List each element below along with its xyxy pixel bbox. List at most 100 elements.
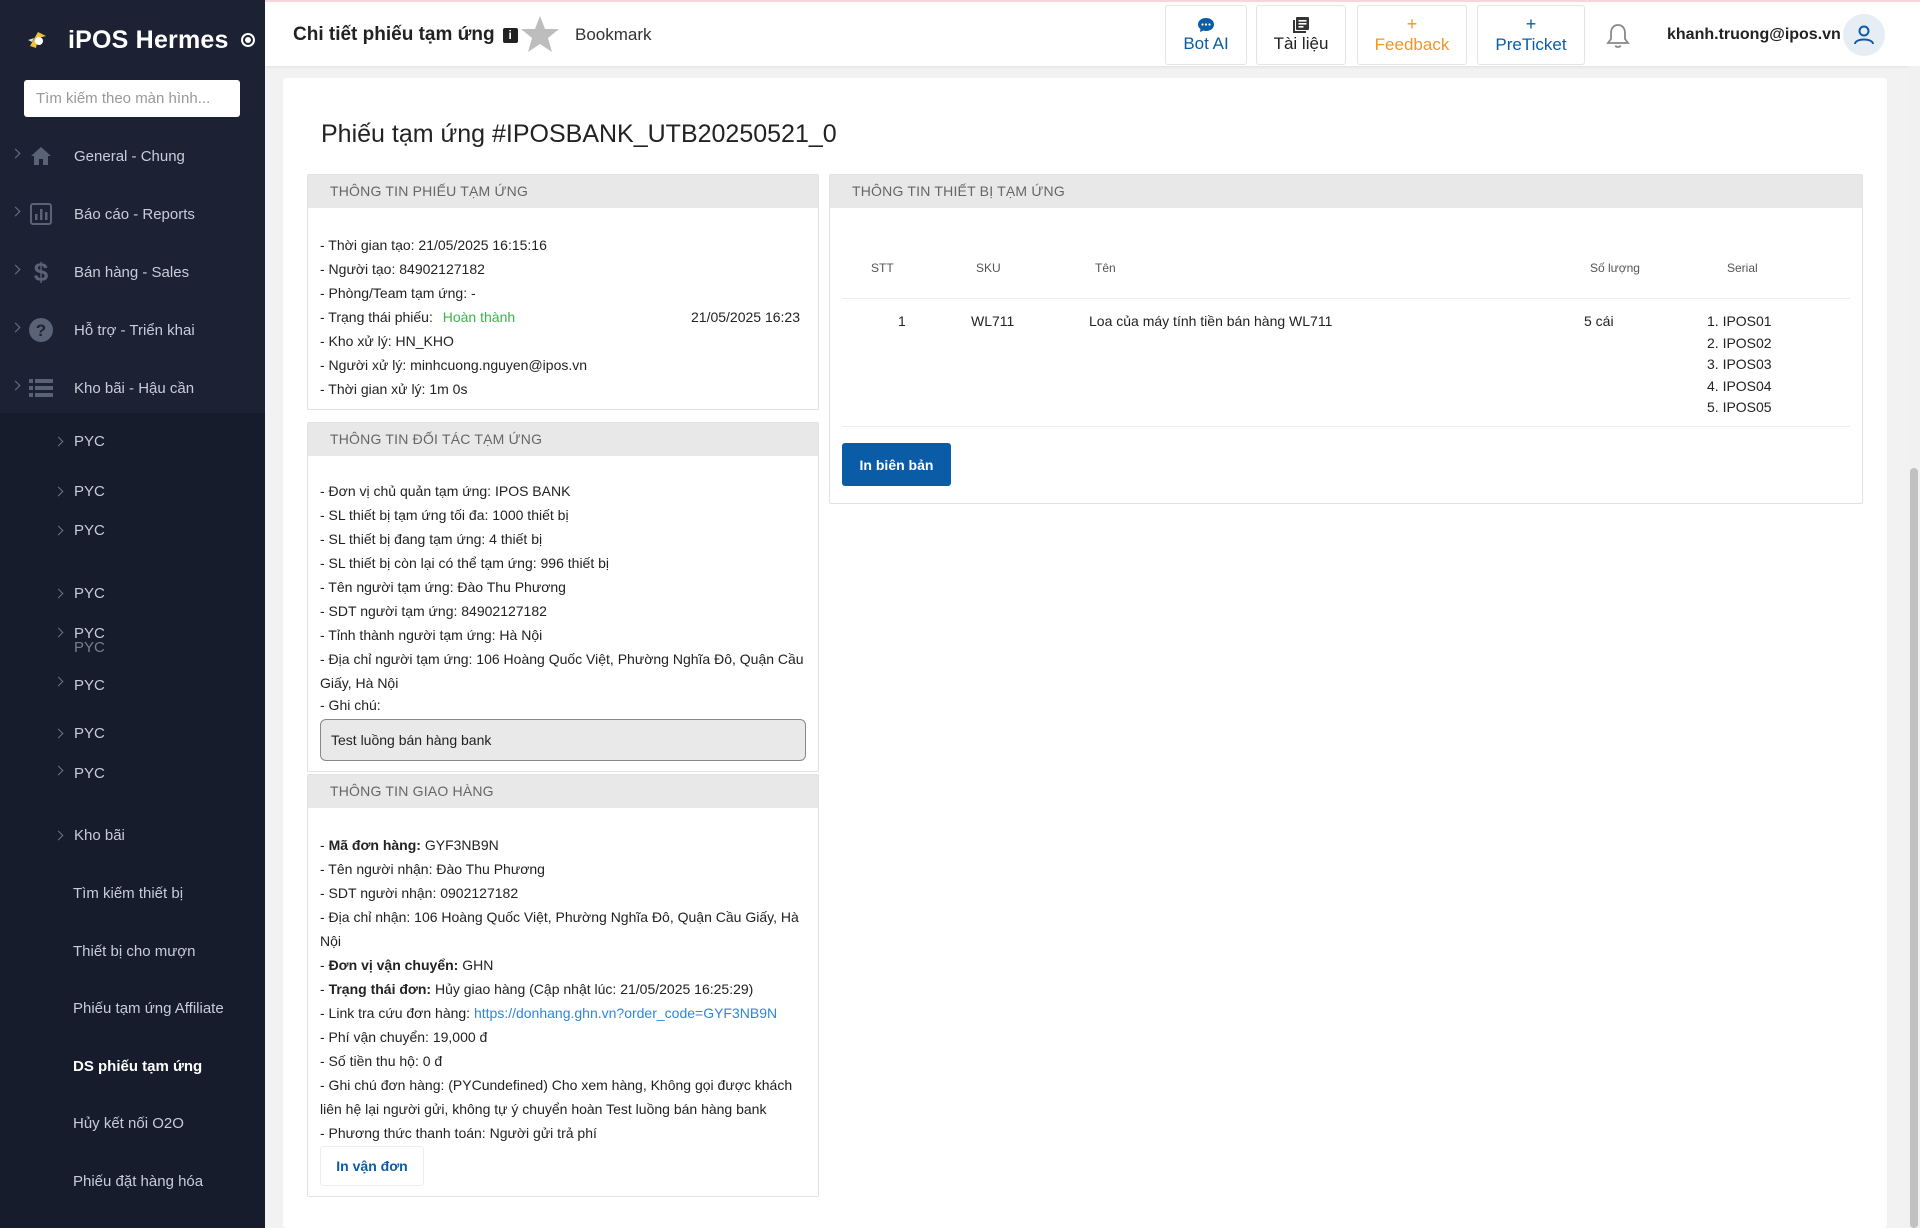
row-qty: 5 cái <box>1584 313 1614 329</box>
dash: - <box>320 957 329 973</box>
note-field[interactable]: Test luồng bán hàng bank <box>320 719 806 761</box>
radio-icon[interactable] <box>240 33 255 47</box>
preticket-button[interactable]: + PreTicket <box>1477 5 1585 65</box>
col-serial: Serial <box>1727 261 1758 275</box>
chevron-right-icon <box>53 676 64 687</box>
col-stt: STT <box>871 261 894 275</box>
shipping-fee: - Phí vận chuyển: 19,000 đ <box>320 1029 488 1045</box>
order-status-label: Trạng thái đơn: <box>328 981 432 997</box>
sidebar-search-input[interactable] <box>24 80 240 117</box>
receiver: - Tên người nhận: Đào Thu Phương <box>320 861 545 877</box>
sidebar-item-label: Hỗ trợ - Triển khai <box>74 321 195 339</box>
plus-icon: + <box>1525 14 1537 34</box>
process-time: - Thời gian xử lý: 1m 0s <box>320 381 468 397</box>
sidebar-item-support[interactable]: ? Hỗ trợ - Triển khai <box>0 301 265 359</box>
order-status: Hủy giao hàng (Cập nhật lúc: 21/05/2025 … <box>434 981 754 997</box>
serial-item: 4. IPOS04 <box>1707 378 1772 394</box>
top-header: Chi tiết phiếu tạm ứng i Bookmark Bot AI… <box>265 0 1920 66</box>
warehouse: - Kho xử lý: HN_KHO <box>320 333 454 349</box>
order-note: - Ghi chú đơn hàng: (PYCundefined) Cho x… <box>320 1077 793 1093</box>
tai-lieu-button[interactable]: Tài liệu <box>1256 5 1346 65</box>
info-icon[interactable]: i <box>502 27 518 43</box>
chevron-right-icon <box>53 765 64 776</box>
bookmark-label[interactable]: Bookmark <box>575 25 652 45</box>
avatar[interactable] <box>1843 14 1885 56</box>
chevron-right-icon <box>53 486 64 497</box>
info-panel-heading: THÔNG TIN PHIẾU TẠM ỨNG <box>308 175 818 208</box>
print-waybill-button[interactable]: In vận đơn <box>320 1146 424 1186</box>
cod-amount: - Số tiền thu hộ: 0 đ <box>320 1053 443 1069</box>
chevron-right-icon <box>53 627 64 638</box>
partner-address: - Địa chỉ người tạm ứng: 106 Hoàng Quốc … <box>320 651 804 667</box>
status-row: - Trạng thái phiếu: Hoàn thành <box>320 309 515 325</box>
page-scrollbar[interactable] <box>1908 66 1920 1228</box>
scrollbar-thumb[interactable] <box>1910 468 1918 1228</box>
sidebar-item-reports[interactable]: Báo cáo - Reports <box>0 185 265 243</box>
submenu-item-pyc[interactable]: PYC <box>74 677 105 694</box>
serial-item: 5. IPOS05 <box>1707 399 1772 415</box>
print-record-button[interactable]: In biên bản <box>842 443 951 486</box>
receiver-phone: - SDT người nhận: 0902127182 <box>320 885 519 901</box>
submenu-item-pyc[interactable]: PYC <box>74 725 105 742</box>
bot-ai-button[interactable]: Bot AI <box>1165 5 1247 65</box>
divider <box>842 426 1850 427</box>
plus-icon: + <box>1406 14 1418 34</box>
submenu-item-pyc[interactable]: PYC <box>74 483 105 500</box>
submenu-item-huy-ket-noi-o2o[interactable]: Hủy kết nối O2O <box>73 1115 184 1132</box>
partner-address-cont: Giấy, Hà Nội <box>320 675 399 691</box>
submenu-item-thiet-bi-cho-muon[interactable]: Thiết bị cho mượn <box>73 943 195 960</box>
order-code-label: Mã đơn hàng: <box>328 837 421 853</box>
partner-province: - Tỉnh thành người tạm ứng: Hà Nội <box>320 627 543 643</box>
status-time: 21/05/2025 16:23 <box>691 309 800 325</box>
submenu-item-pyc[interactable]: PYC <box>74 522 105 539</box>
submenu-item-pyc[interactable]: PYC <box>74 765 105 782</box>
user-email[interactable]: khanh.truong@ipos.vn <box>1667 26 1841 44</box>
tai-lieu-label: Tài liệu <box>1273 34 1329 53</box>
sidebar-item-label: Báo cáo - Reports <box>74 205 195 223</box>
row-name: Loa của máy tính tiền bán hàng WL711 <box>1089 313 1333 329</box>
submenu-item-pyc[interactable]: PYC <box>74 585 105 602</box>
main-content: Phiếu tạm ứng #IPOSBANK_UTB20250521_0 TH… <box>283 78 1887 1228</box>
carrier-label: Đơn vị vận chuyển: <box>328 957 459 973</box>
submenu-item-pyc[interactable]: PYC <box>74 639 105 656</box>
help-icon: ? <box>28 317 54 343</box>
sidebar-item-sales[interactable]: $ Bán hàng - Sales <box>0 243 265 301</box>
submenu-item-phieu-affiliate[interactable]: Phiếu tạm ứng Affiliate <box>73 1000 224 1017</box>
document-icon <box>1293 17 1309 33</box>
tracking-link[interactable]: https://donhang.ghn.vn?order_code=GYF3NB… <box>474 1005 777 1021</box>
star-icon[interactable] <box>520 14 560 54</box>
partner-max: - SL thiết bị tạm ứng tối đa: 1000 thiết… <box>320 507 569 523</box>
submenu-item-ds-phieu-tam-ung[interactable]: DS phiếu tạm ứng <box>73 1058 202 1075</box>
divider <box>842 298 1850 299</box>
submenu-item-pyc[interactable]: PYC <box>74 433 105 450</box>
partner-current: - SL thiết bị đang tạm ứng: 4 thiết bị <box>320 531 543 547</box>
preticket-label: PreTicket <box>1495 35 1567 54</box>
order-note-cont: liên hệ lại người gửi, không tự ý chuyển… <box>320 1101 767 1117</box>
bell-icon[interactable] <box>1605 22 1631 50</box>
sidebar-item-general[interactable]: General - Chung <box>0 127 265 185</box>
feedback-button[interactable]: + Feedback <box>1357 5 1467 65</box>
team: - Phòng/Team tạm ứng: - <box>320 285 476 301</box>
sidebar-item-warehouse[interactable]: Kho bãi - Hậu cần <box>0 359 265 417</box>
delivery-panel-heading: THÔNG TIN GIAO HÀNG <box>308 775 818 808</box>
partner-name: - Tên người tạm ứng: Đào Thu Phương <box>320 579 566 595</box>
partner-panel-heading: THÔNG TIN ĐỐI TÁC TẠM ỨNG <box>308 423 818 456</box>
chevron-right-icon <box>53 525 64 536</box>
page-header-title: Chi tiết phiếu tạm ứng i <box>293 24 518 46</box>
row-sku: WL711 <box>971 313 1015 329</box>
feedback-label: Feedback <box>1374 35 1450 54</box>
chevron-right-icon <box>10 148 21 159</box>
serial-item: 1. IPOS01 <box>1707 313 1772 329</box>
sidebar: iPOS Hermes General - Chung Báo cáo - Re… <box>0 0 265 1228</box>
payment-method: - Phương thức thanh toán: Người gửi trả … <box>320 1125 597 1141</box>
receiver-address-cont: Nội <box>320 933 342 949</box>
submenu-item-tim-kiem-thiet-bi[interactable]: Tìm kiếm thiết bị <box>73 885 183 902</box>
chevron-right-icon <box>10 380 21 391</box>
chevron-right-icon <box>53 728 64 739</box>
chat-icon <box>1198 18 1214 32</box>
submenu-item-kho-bai[interactable]: Kho bãi <box>74 827 125 844</box>
carrier-row: - Đơn vị vận chuyển: GHN <box>320 957 493 973</box>
submenu-item-phieu-dat-hang[interactable]: Phiếu đặt hàng hóa <box>73 1173 203 1190</box>
sidebar-item-label: Bán hàng - Sales <box>74 263 190 281</box>
chevron-right-icon <box>53 830 64 841</box>
